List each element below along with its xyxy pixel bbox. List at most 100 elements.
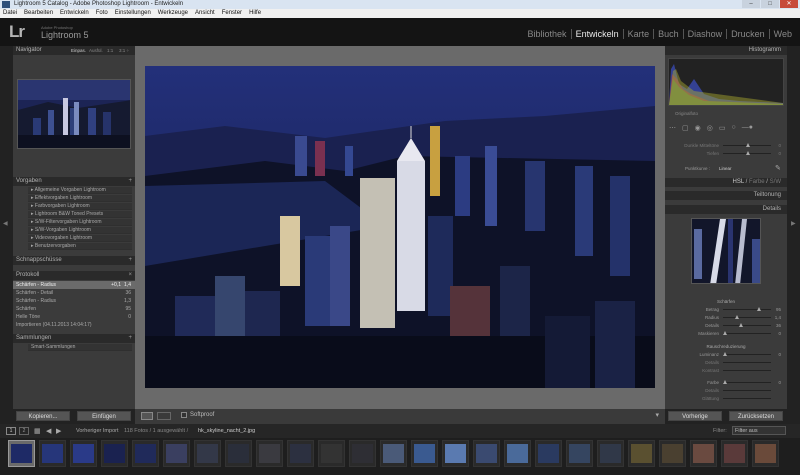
history-item[interactable]: Schärfen - Radius +0,1 1,4 bbox=[13, 281, 135, 289]
curve-edit-icon[interactable]: ✎ bbox=[775, 164, 781, 172]
histogram-header[interactable]: Histogramm bbox=[665, 46, 787, 55]
preset-folder[interactable]: ▸ Videovorgaben Lightroom bbox=[28, 235, 132, 242]
preset-folder[interactable]: ▸ S/W-Filtervorgaben Lightroom bbox=[28, 219, 132, 226]
slider-nr-color-detail[interactable]: Details bbox=[669, 387, 783, 394]
filmstrip-thumb[interactable] bbox=[535, 440, 562, 467]
split-toning-header[interactable]: Teiltonung bbox=[665, 191, 787, 200]
monitor-2-button[interactable]: 2 bbox=[19, 427, 29, 435]
history-item[interactable]: Schärfen - Detail 36 bbox=[13, 289, 135, 297]
menu-hilfe[interactable]: Hilfe bbox=[249, 9, 261, 18]
menu-entwickeln[interactable]: Entwickeln bbox=[60, 9, 89, 18]
filmstrip-thumb[interactable] bbox=[442, 440, 469, 467]
slider-nr-lum-detail[interactable]: Details bbox=[669, 359, 783, 366]
module-web[interactable]: Web bbox=[768, 29, 796, 39]
redeye-icon[interactable]: ◎ bbox=[707, 124, 713, 134]
radial-filter-icon[interactable]: ○ bbox=[731, 124, 735, 134]
preset-folder[interactable]: ▸ Farbvorgaben Lightroom bbox=[28, 203, 132, 210]
filmstrip-thumb[interactable] bbox=[287, 440, 314, 467]
slider-shadows[interactable]: Tiefen 0 bbox=[669, 150, 783, 157]
filmstrip-thumb[interactable] bbox=[163, 440, 190, 467]
slider-nr-lum-contrast[interactable]: Kontrast bbox=[669, 367, 783, 374]
main-photo[interactable] bbox=[145, 66, 655, 388]
graduated-filter-icon[interactable]: ▭ bbox=[719, 124, 726, 134]
zoom-fill[interactable]: Ausfül. bbox=[89, 46, 103, 55]
filmstrip-thumb[interactable] bbox=[349, 440, 376, 467]
filmstrip-thumb[interactable] bbox=[70, 440, 97, 467]
filmstrip-thumb[interactable] bbox=[690, 440, 717, 467]
history-item[interactable]: Importieren (04.11.2013 14:04:17) bbox=[13, 321, 135, 329]
slider-sharpen-detail[interactable]: Details 36 bbox=[669, 322, 783, 329]
minimize-button[interactable]: – bbox=[742, 0, 760, 8]
loupe-view-icon[interactable] bbox=[141, 412, 153, 420]
filmstrip-thumb[interactable] bbox=[380, 440, 407, 467]
close-button[interactable]: ✕ bbox=[780, 0, 798, 8]
slider-sharpen-radius[interactable]: Radius 1,4 bbox=[669, 314, 783, 321]
filmstrip-thumb[interactable] bbox=[659, 440, 686, 467]
detail-zoom-preview[interactable] bbox=[691, 218, 761, 284]
before-after-icon[interactable] bbox=[157, 412, 171, 420]
maximize-button[interactable]: □ bbox=[761, 0, 779, 8]
history-header[interactable]: Protokoll × bbox=[13, 271, 135, 280]
slider-dark-midtones[interactable]: Dunkle Mitteltöne 0 bbox=[669, 142, 783, 149]
filmstrip-thumb[interactable] bbox=[628, 440, 655, 467]
slider-nr-smoothness[interactable]: Glättung bbox=[669, 395, 783, 402]
history-item[interactable]: Schärfen 95 bbox=[13, 305, 135, 313]
details-header[interactable]: Details bbox=[665, 205, 787, 214]
menu-werkzeuge[interactable]: Werkzeuge bbox=[158, 9, 188, 18]
zoom-1-1[interactable]: 1:1 bbox=[107, 46, 113, 55]
grid-view-icon[interactable]: ▦ bbox=[34, 427, 41, 435]
copy-settings-button[interactable]: Kopieren... bbox=[16, 411, 70, 421]
forward-icon[interactable]: ▶ bbox=[56, 427, 61, 435]
history-item[interactable]: Helle Töne 0 bbox=[13, 313, 135, 321]
filmstrip-thumb[interactable] bbox=[473, 440, 500, 467]
menu-fenster[interactable]: Fenster bbox=[222, 9, 242, 18]
module-diashow[interactable]: Diashow bbox=[682, 29, 727, 39]
softproof-checkbox[interactable] bbox=[181, 412, 187, 418]
slider-sharpen-masking[interactable]: Maskieren 0 bbox=[669, 330, 783, 337]
tab-bw[interactable]: S/W bbox=[770, 179, 781, 185]
filmstrip-thumb[interactable] bbox=[318, 440, 345, 467]
filmstrip-thumb[interactable] bbox=[504, 440, 531, 467]
collection-item[interactable]: Smart-Sammlungen bbox=[28, 344, 132, 351]
zoom-fit[interactable]: Einpas. bbox=[71, 46, 86, 55]
zoom-3-1[interactable]: 3:1 ÷ bbox=[119, 46, 129, 55]
filmstrip-thumb[interactable] bbox=[597, 440, 624, 467]
menu-ansicht[interactable]: Ansicht bbox=[195, 9, 215, 18]
module-karte[interactable]: Karte bbox=[622, 29, 654, 39]
presets-header[interactable]: Vorgaben + bbox=[13, 177, 135, 186]
slider-sharpen-amount[interactable]: Betrag 95 bbox=[669, 306, 783, 313]
tab-hsl[interactable]: HSL bbox=[732, 179, 743, 185]
adjustment-brush-icon[interactable]: —● bbox=[742, 124, 753, 134]
previous-settings-button[interactable]: Vorherige bbox=[668, 411, 722, 421]
filmstrip-thumb[interactable] bbox=[752, 440, 779, 467]
module-bibliothek[interactable]: Bibliothek bbox=[524, 29, 571, 39]
crop-tool-icon[interactable]: ▢ bbox=[682, 124, 689, 134]
history-item[interactable]: Schärfen - Radius 1,3 bbox=[13, 297, 135, 305]
filmstrip-thumb[interactable] bbox=[101, 440, 128, 467]
slider-nr-luminance[interactable]: Luminanz 0 bbox=[669, 351, 783, 358]
navigator-header[interactable]: Navigator Einpas. Ausfül. 1:1 3:1 ÷ bbox=[13, 46, 135, 55]
hsl-header[interactable]: HSL / Farbe / S/W bbox=[665, 178, 787, 187]
left-panel-toggle-icon[interactable]: ◀ bbox=[3, 220, 8, 227]
filmstrip-thumb[interactable] bbox=[256, 440, 283, 467]
preset-folder[interactable]: ▸ Benutzervorgaben bbox=[28, 243, 132, 250]
module-buch[interactable]: Buch bbox=[653, 29, 683, 39]
preset-folder[interactable]: ▸ Effektvorgaben Lightroom bbox=[28, 195, 132, 202]
slider-nr-color[interactable]: Farbe 0 bbox=[669, 379, 783, 386]
filmstrip-thumb[interactable] bbox=[194, 440, 221, 467]
filmstrip-thumb[interactable] bbox=[721, 440, 748, 467]
preset-folder[interactable]: ▸ S/W-Vorgaben Lightroom bbox=[28, 227, 132, 234]
filmstrip-thumb[interactable] bbox=[39, 440, 66, 467]
filmstrip-thumb[interactable] bbox=[8, 440, 35, 467]
point-curve-select[interactable]: Linear bbox=[719, 166, 732, 171]
tab-color[interactable]: Farbe bbox=[749, 179, 765, 185]
snapshots-header[interactable]: Schnappschüsse + bbox=[13, 256, 135, 265]
filmstrip-thumb[interactable] bbox=[132, 440, 159, 467]
filmstrip-thumb[interactable] bbox=[566, 440, 593, 467]
toolbar-menu-icon[interactable]: ▾ bbox=[655, 411, 659, 419]
back-icon[interactable]: ◀ bbox=[46, 427, 51, 435]
spot-removal-icon[interactable]: ◉ bbox=[695, 124, 701, 134]
monitor-1-button[interactable]: 1 bbox=[6, 427, 16, 435]
filmstrip-source[interactable]: Vorheriger Import bbox=[76, 428, 119, 434]
paste-settings-button[interactable]: Einfügen bbox=[77, 411, 131, 421]
